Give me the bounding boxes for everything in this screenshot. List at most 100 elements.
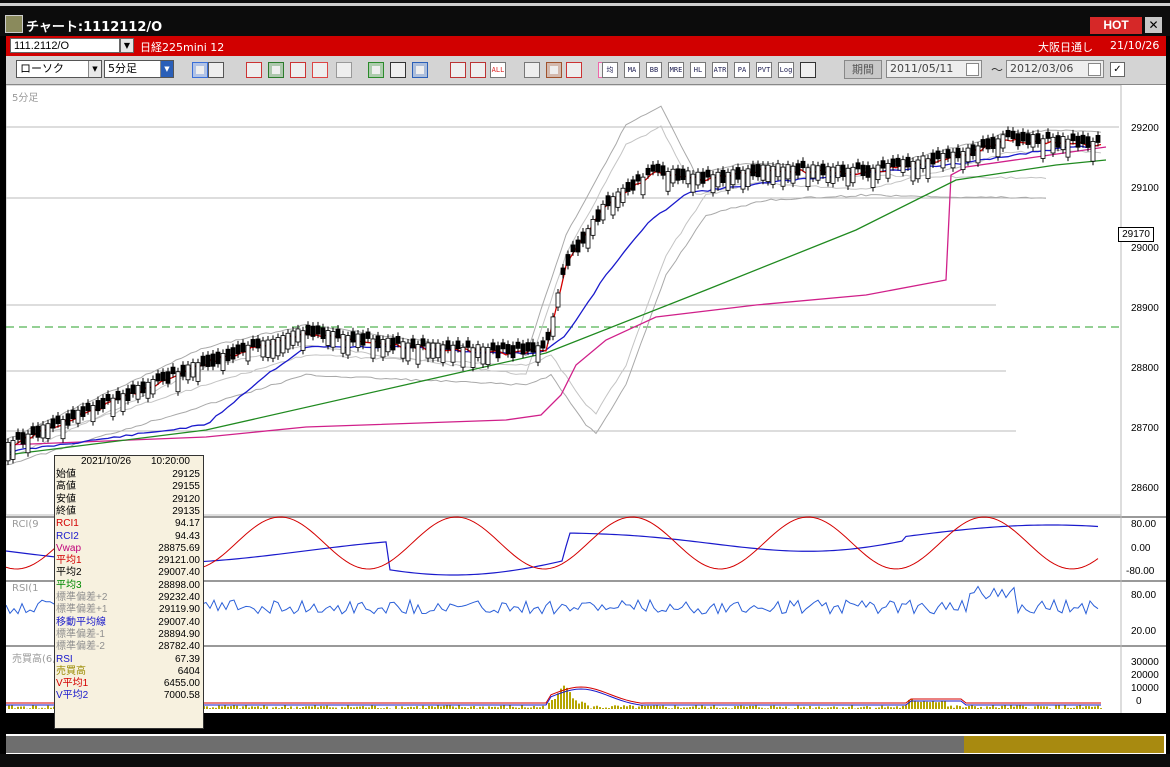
volume-bar (659, 706, 661, 709)
candle-body (220, 353, 226, 371)
volume-bar (899, 707, 901, 709)
volume-bar (209, 708, 211, 709)
volume-bar (458, 705, 460, 709)
undo-icon[interactable] (412, 62, 428, 78)
chart-type-select[interactable]: ローソク ▼ (16, 60, 102, 78)
volume-bar (575, 700, 577, 709)
close-icon[interactable]: ✕ (1145, 17, 1162, 33)
data-window-value: 29007.40 (158, 567, 200, 579)
chart-area[interactable]: 5分足 RCI(9 RSI(1 売買高(6,12,24) 29200 29100… (6, 85, 1166, 729)
scroll-track[interactable] (6, 736, 964, 753)
crosshair-icon[interactable] (208, 62, 224, 78)
data-window-value: 28782.40 (158, 641, 200, 653)
pen-icon[interactable] (368, 62, 384, 78)
chevron-down-icon[interactable]: ▼ (88, 61, 101, 77)
volume-bar (437, 705, 439, 709)
volume-bar (644, 705, 646, 709)
atr-icon[interactable]: ATR (712, 62, 728, 78)
volume-bar (20, 706, 22, 709)
candle-body (445, 340, 451, 350)
volume-bar (662, 705, 664, 709)
calendar-icon[interactable] (1088, 63, 1101, 76)
candle-body (950, 151, 956, 169)
candle-alt-icon[interactable] (470, 62, 486, 78)
candle-body (430, 342, 436, 359)
candle-body (1035, 133, 1041, 144)
candle-body (670, 168, 676, 184)
data-window-row: Vwap 28875.69 (56, 543, 200, 555)
pencil-icon[interactable] (566, 62, 582, 78)
draw-icon[interactable] (246, 62, 262, 78)
candle-body (495, 345, 501, 359)
volume-bar (752, 705, 754, 709)
reset-icon[interactable] (290, 62, 306, 78)
volume-bar (608, 708, 610, 709)
period-button[interactable]: 期間 (844, 60, 882, 79)
candle-body (1090, 141, 1096, 162)
date-from-field[interactable]: 2011/05/11 (886, 60, 982, 78)
split-icon[interactable] (312, 62, 328, 78)
date-to-field[interactable]: 2012/03/06 (1006, 60, 1104, 78)
volume-bar (863, 706, 865, 709)
volume-bar (320, 705, 322, 709)
hl-icon[interactable]: HL (690, 62, 706, 78)
volume-bar (788, 708, 790, 709)
calendar-icon[interactable] (966, 63, 979, 76)
magnify-chart-icon[interactable] (268, 62, 284, 78)
candle-body (610, 196, 616, 216)
volume-bar (218, 705, 220, 709)
candle-body (590, 219, 596, 236)
ma-icon[interactable]: MA (624, 62, 640, 78)
window-icon[interactable] (800, 62, 816, 78)
data-window-label: Vwap (56, 542, 82, 554)
para-icon[interactable]: PA (734, 62, 750, 78)
volume-bar (386, 706, 388, 709)
volume-bar (299, 708, 301, 709)
chart-scrollbar[interactable] (6, 734, 1166, 754)
candle-body (970, 144, 976, 157)
candle-body (680, 168, 686, 181)
candle-body (760, 164, 766, 181)
candle-body (1025, 133, 1031, 145)
volume-bar (464, 707, 466, 709)
bb-icon[interactable]: BB (646, 62, 662, 78)
log-icon[interactable]: Log (778, 62, 794, 78)
data-window-value: 29119.90 (159, 604, 200, 616)
fish-icon[interactable] (524, 62, 540, 78)
candle-body (390, 337, 396, 351)
pvt-icon[interactable]: PVT (756, 62, 772, 78)
hot-button[interactable]: HOT (1090, 17, 1142, 34)
candle-body (475, 344, 481, 358)
gear-icon[interactable] (546, 62, 562, 78)
symbol-input[interactable]: 111.2112/O (10, 38, 120, 53)
data-window-label: 移動平均線 (56, 616, 106, 628)
candle-body (145, 381, 151, 399)
candle-body (810, 164, 816, 179)
interval-select[interactable]: 5分足 ▼ (104, 60, 174, 78)
candle-body (1005, 129, 1011, 138)
candle-body (90, 405, 96, 423)
candle-body (840, 164, 846, 177)
candle-body (660, 165, 666, 176)
scroll-thumb[interactable] (964, 736, 1164, 753)
volume-bar (887, 706, 889, 709)
ichimoku-icon[interactable]: 均 (602, 62, 618, 78)
data-window-value: 6404 (177, 665, 200, 677)
zoom-icon[interactable] (192, 62, 208, 78)
data-window-row: 平均2 29007.40 (56, 567, 200, 579)
data-window-row: 平均3 28898.00 (56, 580, 200, 592)
volume-bar (212, 707, 214, 709)
warning-icon[interactable] (336, 62, 352, 78)
chevron-down-icon[interactable]: ▼ (160, 61, 173, 77)
candle-icon[interactable] (450, 62, 466, 78)
period-checkbox[interactable]: ✓ (1110, 62, 1125, 77)
cursor-icon[interactable] (390, 62, 406, 78)
volume-tick: 10000 (1131, 683, 1159, 694)
chevron-down-icon[interactable]: ▼ (120, 38, 134, 53)
mre-icon[interactable]: MRE (668, 62, 684, 78)
all-icon[interactable]: ALL (490, 62, 506, 78)
rci-tick: 0.00 (1131, 543, 1151, 554)
candle-body (420, 338, 426, 347)
volume-bar (602, 708, 604, 709)
volume-bar (515, 707, 517, 709)
